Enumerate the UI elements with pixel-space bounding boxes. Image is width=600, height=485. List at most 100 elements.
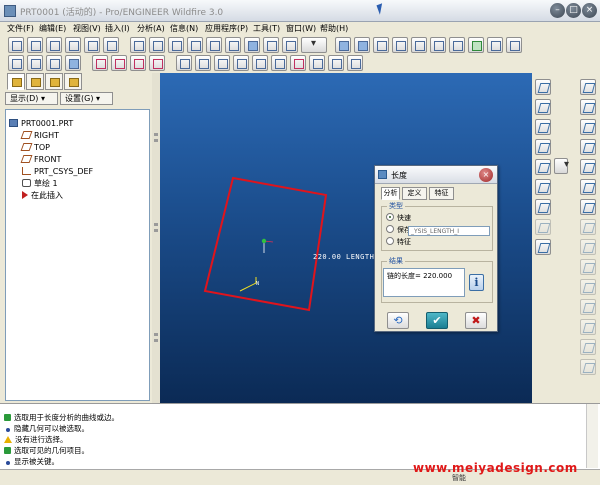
panel-splitter[interactable] [152, 73, 160, 403]
context-help-icon[interactable] [176, 55, 192, 71]
model-info-icon[interactable] [195, 55, 211, 71]
close-button[interactable]: × [582, 3, 597, 18]
round-tool-icon[interactable] [580, 259, 596, 275]
orient-mode-icon[interactable] [373, 37, 389, 53]
cut-icon[interactable] [168, 37, 184, 53]
print-icon[interactable] [65, 37, 81, 53]
analysis-feature-icon[interactable] [535, 199, 551, 215]
datum-graph-icon[interactable] [535, 219, 551, 235]
csys-toggle-icon[interactable] [149, 55, 165, 71]
menu-analysis[interactable]: 分析(A) [137, 23, 165, 34]
message-scrollbar[interactable] [586, 404, 598, 468]
menu-info[interactable]: 信息(N) [170, 23, 198, 34]
model-tree-tab[interactable] [7, 73, 25, 90]
curve-analysis-icon[interactable] [252, 55, 268, 71]
spin-center-icon[interactable] [354, 37, 370, 53]
analysis-icon[interactable] [233, 55, 249, 71]
open-icon[interactable] [27, 37, 43, 53]
appearance-icon[interactable] [290, 55, 306, 71]
tree-item-csys[interactable]: PRT_CSYS_DEF [22, 166, 93, 177]
dialog-title-bar[interactable]: 长度 × [375, 166, 497, 184]
pattern-tool-icon[interactable] [580, 359, 596, 375]
email-link-icon[interactable] [103, 37, 119, 53]
layers-icon[interactable] [487, 37, 503, 53]
tab-definition[interactable]: 定义 [402, 187, 427, 200]
shading-icon[interactable] [65, 55, 81, 71]
regenerate-icon[interactable] [244, 37, 260, 53]
info-icon[interactable]: i [469, 274, 484, 291]
chamfer-tool-icon[interactable] [580, 279, 596, 295]
blend-tool-icon[interactable] [580, 139, 596, 155]
minimize-button[interactable]: – [550, 3, 565, 18]
sketch-tool-icon[interactable] [535, 139, 551, 155]
view-manager-icon[interactable] [506, 37, 522, 53]
tree-item-sketch[interactable]: 草绘 1 [22, 178, 58, 189]
no-hidden-icon[interactable] [46, 55, 62, 71]
csys-tool-icon[interactable] [535, 179, 551, 195]
settings-dropdown[interactable]: 设置(G) ▾ [60, 92, 113, 105]
refit-icon[interactable] [430, 37, 446, 53]
copy-icon[interactable] [187, 37, 203, 53]
menu-insert[interactable]: 插入(I) [105, 23, 130, 34]
extrude-tool-icon[interactable] [580, 79, 596, 95]
menu-applications[interactable]: 应用程序(P) [205, 23, 248, 34]
reorient-icon[interactable] [449, 37, 465, 53]
redo-icon[interactable] [149, 37, 165, 53]
save-icon[interactable] [46, 37, 62, 53]
filter-dropdown[interactable] [301, 37, 327, 53]
tree-item-part[interactable]: PRT0001.PRT [9, 118, 73, 129]
datum-points-toggle-icon[interactable] [130, 55, 146, 71]
surface-analysis-icon[interactable] [271, 55, 287, 71]
favorites-tab[interactable] [45, 73, 63, 90]
show-dropdown[interactable]: 显示(D) ▾ [5, 92, 58, 105]
tree-item-top[interactable]: TOP [20, 142, 50, 153]
paste-icon[interactable] [206, 37, 222, 53]
paste-special-icon[interactable] [225, 37, 241, 53]
find-icon[interactable] [263, 37, 279, 53]
saved-radio[interactable] [386, 225, 394, 233]
tree-item-front[interactable]: FRONT [20, 154, 61, 165]
quick-radio[interactable] [386, 213, 394, 221]
tab-feature[interactable]: 特征 [429, 187, 454, 200]
zoom-out-icon[interactable] [411, 37, 427, 53]
cancel-button[interactable]: ✖ [465, 312, 487, 329]
datum-curve-tool-icon[interactable] [535, 119, 551, 135]
history-tab[interactable] [64, 73, 82, 90]
shell-tool-icon[interactable] [580, 199, 596, 215]
select-box-icon[interactable] [282, 37, 298, 53]
dialog-close-icon[interactable]: × [479, 168, 493, 182]
menu-edit[interactable]: 编辑(E) [39, 23, 66, 34]
datum-point-dropdown[interactable] [554, 158, 572, 174]
feature-radio[interactable] [386, 237, 394, 245]
hidden-line-icon[interactable] [27, 55, 43, 71]
rib-tool-icon[interactable] [580, 219, 596, 235]
menu-tools[interactable]: 工具(T) [253, 23, 280, 34]
datum-axes-toggle-icon[interactable] [111, 55, 127, 71]
mirror-tool-icon[interactable] [580, 299, 596, 315]
relations-icon[interactable] [347, 55, 363, 71]
tab-analysis[interactable]: 分析 [381, 187, 400, 200]
wireframe-icon[interactable] [8, 55, 24, 71]
revolve-tool-icon[interactable] [580, 99, 596, 115]
repaint-icon[interactable] [335, 37, 351, 53]
menu-file[interactable]: 文件(F) [7, 23, 34, 34]
render-icon[interactable] [309, 55, 325, 71]
model-tree-icon[interactable] [328, 55, 344, 71]
maximize-button[interactable]: □ [566, 3, 581, 18]
email-icon[interactable] [84, 37, 100, 53]
option-quick[interactable]: 快速 [386, 213, 411, 223]
ok-button[interactable]: ✔ [426, 312, 448, 329]
hole-tool-icon[interactable] [580, 179, 596, 195]
menu-view[interactable]: 视图(V) [73, 23, 101, 34]
saved-views-icon[interactable] [468, 37, 484, 53]
merge-tool-icon[interactable] [580, 319, 596, 335]
tree-item-insert-here[interactable]: 在此插入 [22, 190, 63, 201]
trim-tool-icon[interactable] [580, 339, 596, 355]
draft-tool-icon[interactable] [580, 239, 596, 255]
measure-icon[interactable] [214, 55, 230, 71]
menu-window[interactable]: 窗口(W) [286, 23, 316, 34]
menu-help[interactable]: 帮助(H) [320, 23, 348, 34]
datum-point-tool-icon[interactable] [535, 159, 551, 175]
insert-udf-icon[interactable] [535, 239, 551, 255]
option-feature[interactable]: 特征 [386, 237, 411, 247]
